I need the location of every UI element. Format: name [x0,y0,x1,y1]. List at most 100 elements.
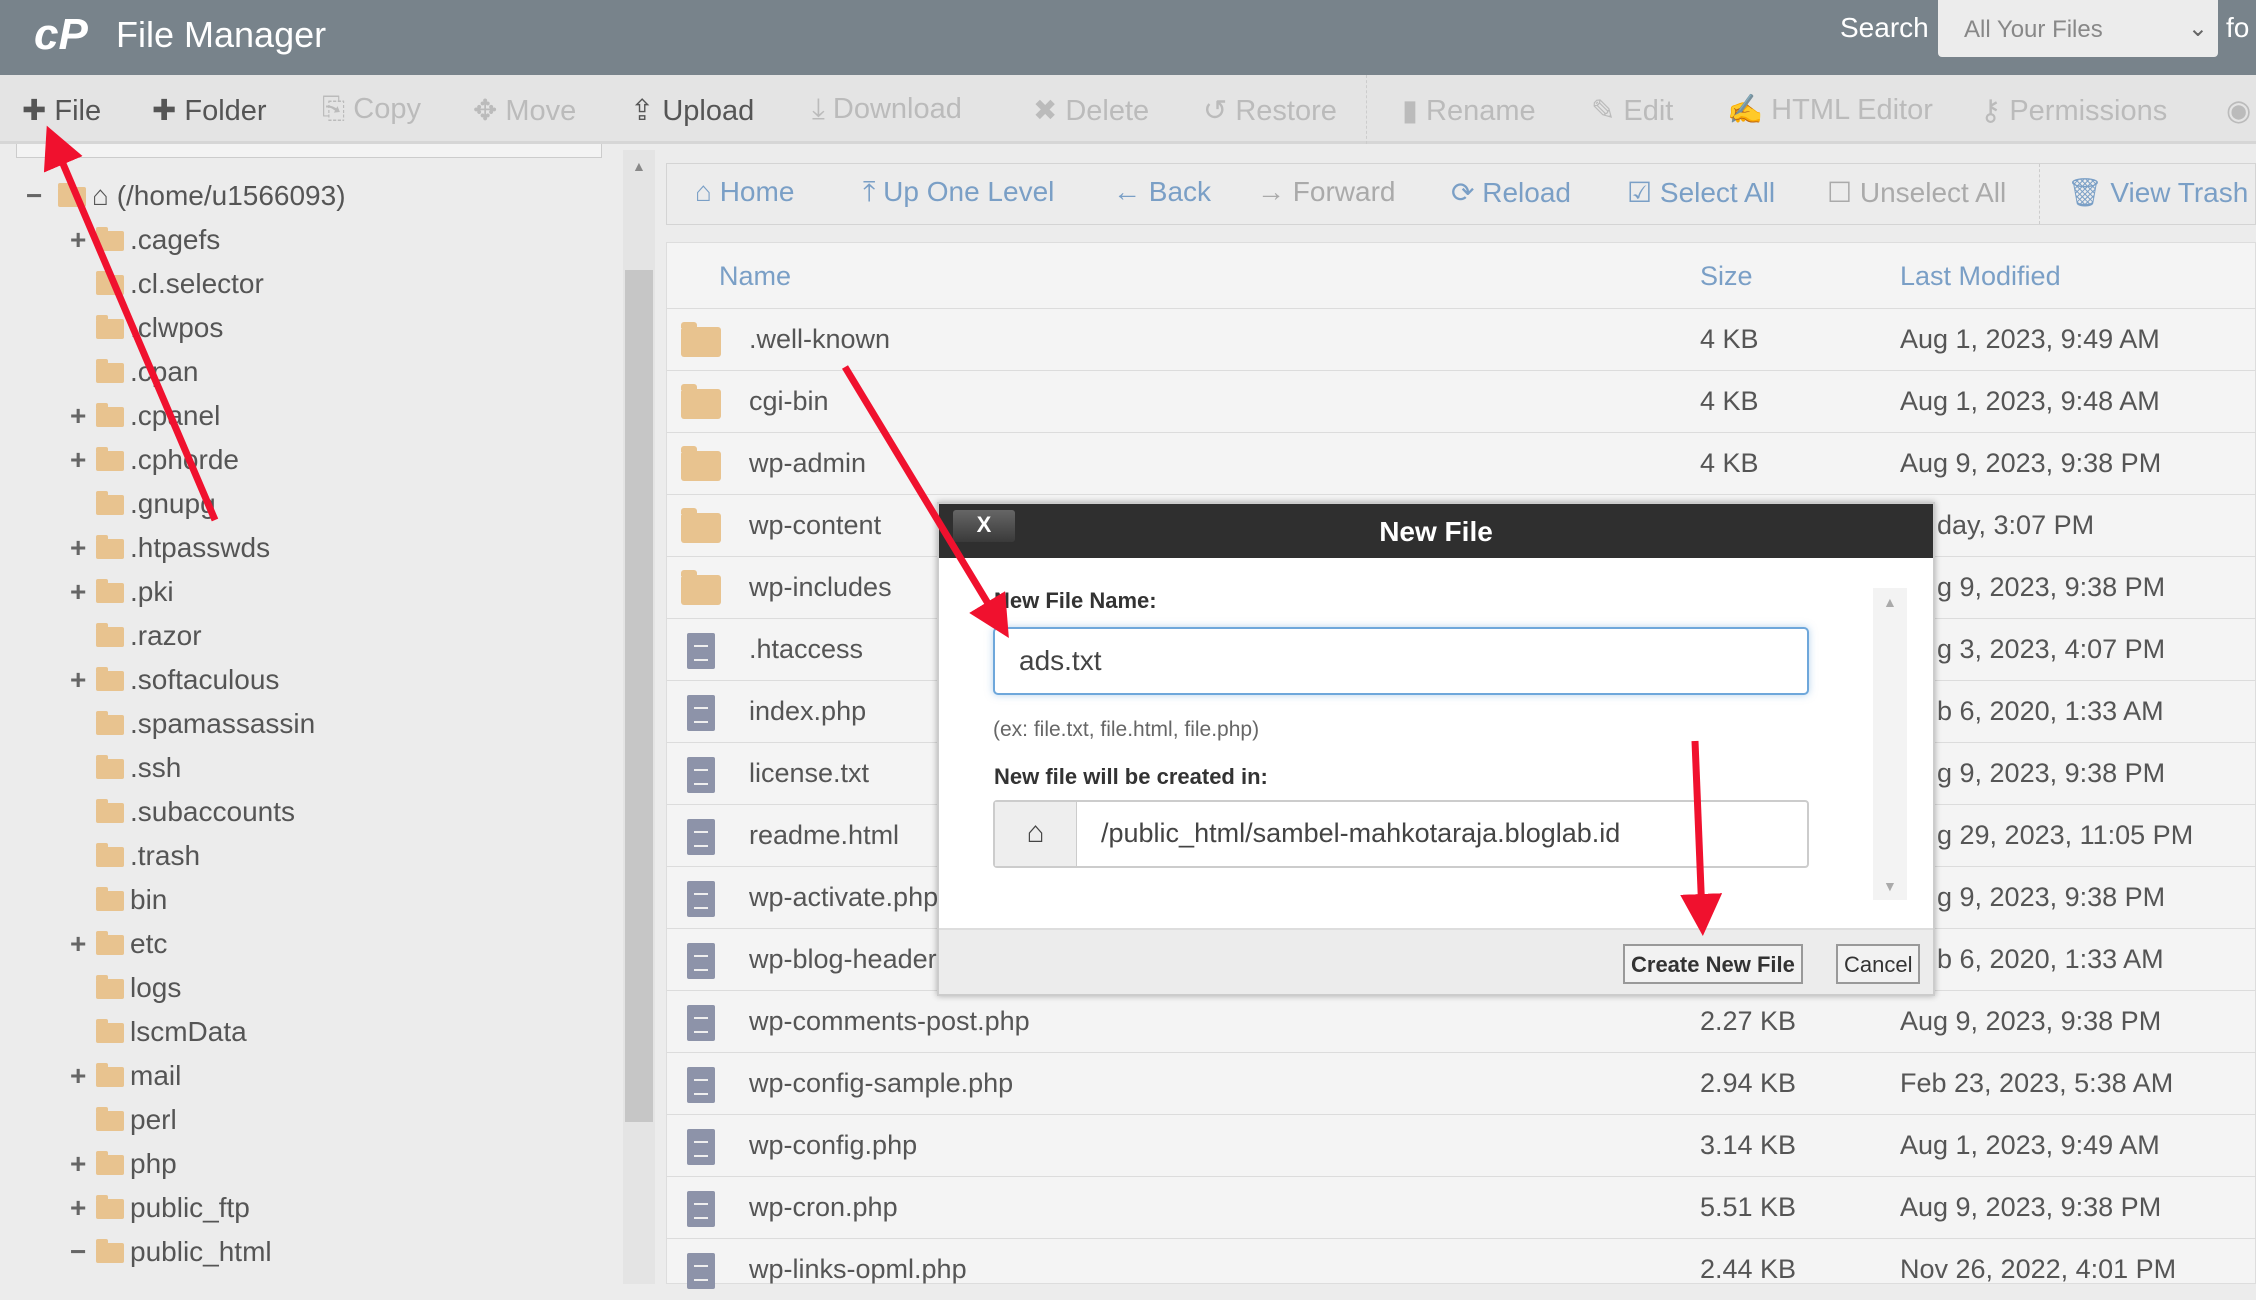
tree-item[interactable]: .cpan [96,356,199,400]
nav-view-trash-button[interactable]: 🗑 View Trash [2067,176,2248,209]
table-row[interactable]: wp-comments-post.php 2.27 KB Aug 9, 2023, … [667,990,2256,1052]
file-name[interactable]: index.php [749,696,866,727]
table-row[interactable]: wp-admin 4 KB Aug 9, 2023, 9:38 PM [667,432,2256,494]
toolbar-move-button[interactable]: ✥ Move [473,93,576,128]
nav-up-one-level-button[interactable]: ⤒ Up One Level [863,176,1054,209]
expand-icon[interactable]: + [70,1060,86,1092]
location-label: New file will be created in: [994,764,1268,789]
tree-item[interactable]: .gnupg [96,488,216,532]
expand-icon[interactable]: + [70,1192,86,1224]
nav-unselect-all-button[interactable]: ☐ Unselect All [1827,176,2006,209]
cancel-button[interactable]: Cancel [1836,944,1921,984]
file-name[interactable]: cgi-bin [749,386,829,417]
file-name[interactable]: wp-admin [749,448,866,479]
toolbar-copy-button[interactable]: ⎘ Copy [322,93,421,126]
toolbar-upload-button[interactable]: ⇪ Upload [630,93,754,128]
tree-item[interactable]: + .cpanel [70,400,220,444]
collapse-icon[interactable]: − [70,1236,86,1268]
table-row[interactable]: wp-config-sample.php 2.94 KB Feb 23, 2023,… [667,1052,2256,1114]
file-name[interactable]: wp-cron.php [749,1192,898,1223]
tree-item[interactable]: .clwpos [96,312,223,356]
file-name[interactable]: wp-config-sample.php [749,1068,1013,1099]
tree-item[interactable]: + etc [70,928,167,972]
file-name[interactable]: wp-links-opml.php [749,1254,967,1285]
toolbar-edit-button[interactable]: ✎ Edit [1591,93,1673,128]
nav-select-all-button[interactable]: ☑ Select All [1627,176,1775,209]
new-file-name-input[interactable] [993,627,1809,695]
tree-item[interactable]: .razor [96,620,202,664]
column-header-last-modified[interactable]: Last Modified [1900,261,2061,292]
tree-item[interactable]: .subaccounts [96,796,295,840]
file-name[interactable]: .well-known [749,324,890,355]
collapse-icon[interactable]: − [26,180,42,212]
tree-item[interactable]: lscmData [96,1016,247,1060]
scroll-up-icon[interactable]: ▲ [1883,594,1897,610]
toolbar-folder-button[interactable]: ✚ Folder [152,93,267,128]
tree-item[interactable]: .spamassassin [96,708,315,752]
file-name[interactable]: wp-config.php [749,1130,917,1161]
tree-item[interactable]: + public_ftp [70,1192,250,1236]
toolbar-rename-button[interactable]: ▮ Rename [1402,93,1536,128]
nav-home-button[interactable]: ⌂ Home [695,176,794,208]
column-header-size[interactable]: Size [1700,261,1753,292]
toolbar-file-button[interactable]: ✚ File [22,93,101,128]
cpanel-logo[interactable]: cP [34,10,88,60]
tree-item[interactable]: .cl.selector [96,268,264,312]
toolbar-restore-button[interactable]: ↺ Restore [1203,93,1337,128]
table-row[interactable]: wp-cron.php 5.51 KB Aug 9, 2023, 9:38 PM [667,1176,2256,1238]
file-name[interactable]: readme.html [749,820,899,851]
toolbar-view-button[interactable]: ◉ [2226,93,2251,128]
tree-item[interactable]: + .cphorde [70,444,239,488]
tree-item[interactable]: .trash [96,840,200,884]
scroll-down-icon[interactable]: ▼ [1883,878,1897,894]
file-name[interactable]: license.txt [749,758,869,789]
nav-back-button[interactable]: ← Back [1113,176,1211,208]
tree-item[interactable]: + .htpasswds [70,532,270,576]
tree-root[interactable]: − ⌂ (/home/u1566093) [26,180,346,224]
toolbar-delete-button[interactable]: ✖ Delete [1033,93,1149,128]
table-row[interactable]: cgi-bin 4 KB Aug 1, 2023, 9:48 AM [667,370,2256,432]
file-name[interactable]: wp-activate.php [749,882,938,913]
folder-icon [96,1195,124,1219]
tree-item[interactable]: + .softaculous [70,664,279,708]
tree-item[interactable]: + .pki [70,576,174,620]
expand-icon[interactable]: + [70,576,86,608]
location-field[interactable]: ⌂ /public_html/sambel-mahkotaraja.blogla… [993,800,1809,868]
tree-item[interactable]: + mail [70,1060,181,1104]
toolbar-download-button[interactable]: ⤓ Download [812,93,962,126]
table-row[interactable]: wp-config.php 3.14 KB Aug 1, 2023, 9:49 AM [667,1114,2256,1176]
tree-item[interactable]: logs [96,972,181,1016]
nav-reload-button[interactable]: ⟳ Reload [1451,176,1571,209]
nav-forward-button[interactable]: → Forward [1257,176,1395,208]
expand-icon[interactable]: + [70,928,86,960]
search-scope-select[interactable]: All Your Files ⌄ [1938,0,2218,57]
expand-icon[interactable]: + [70,664,86,696]
toolbar-permissions-button[interactable]: ⚷ Permissions [1980,93,2167,128]
close-button[interactable]: X [953,510,1015,542]
dialog-scrollbar[interactable]: ▲ ▼ [1873,588,1907,900]
expand-icon[interactable]: + [70,532,86,564]
tree-item[interactable]: − public_html [70,1236,272,1280]
tree-item[interactable]: + .cagefs [70,224,220,268]
expand-icon[interactable]: + [70,224,86,256]
expand-icon[interactable]: + [70,400,86,432]
expand-icon[interactable]: + [70,444,86,476]
column-header-name[interactable]: Name [719,261,791,292]
file-name[interactable]: wp-comments-post.php [749,1006,1030,1037]
tree-item[interactable]: bin [96,884,167,928]
file-name[interactable]: wp-includes [749,572,892,603]
toolbar-html-editor-button[interactable]: ✍ HTML Editor [1727,93,1933,127]
scrollbar-thumb[interactable] [625,270,653,1122]
sidebar-scrollbar[interactable]: ▲ [623,150,655,1284]
table-row[interactable]: wp-links-opml.php 2.44 KB Nov 26, 2022, 4:… [667,1238,2256,1300]
tree-item[interactable]: perl [96,1104,177,1148]
expand-icon[interactable]: + [70,1148,86,1180]
tree-item[interactable]: + php [70,1148,177,1192]
file-name[interactable]: wp-content [749,510,881,541]
create-new-file-button[interactable]: Create New File [1623,944,1803,984]
tree-item[interactable]: .ssh [96,752,181,796]
file-name[interactable]: .htaccess [749,634,863,665]
tree-item-label: php [130,1148,177,1179]
table-row[interactable]: .well-known 4 KB Aug 1, 2023, 9:49 AM [667,308,2256,370]
scroll-up-icon[interactable]: ▲ [632,158,646,174]
